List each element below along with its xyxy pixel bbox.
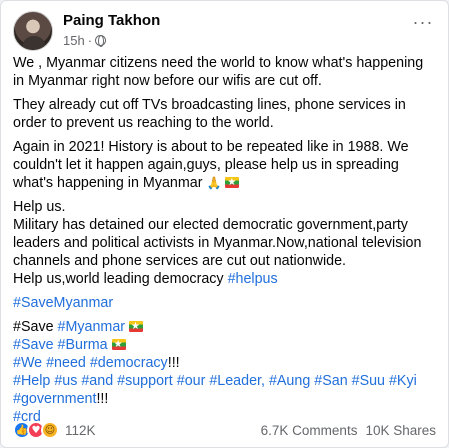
praying-hands-icon: 🙏 [206,176,222,190]
hashtag-myanmar[interactable]: #Myanmar [58,319,126,335]
paragraph-6: #Save #Myanmar #Save #Burma #We #need #d… [13,318,438,426]
post-time[interactable]: 15h [63,33,85,48]
paragraph-4-line-2: Military has detained our elected democr… [13,217,422,269]
paragraph-4: Help us. Military has detained our elect… [13,198,438,288]
globe-icon[interactable] [95,35,107,47]
paragraph-4-line-3: Help us,world leading democracy [13,271,228,287]
hashtag-government[interactable]: #government [13,391,96,407]
hashtag-help-line[interactable]: #Help #us #and #support #our #Leader, #A… [13,373,417,389]
post-footer: 👍 ♥ ☺ 112K 6.7K Comments 10K Shares [13,420,436,440]
paragraph-4-line-1: Help us. [13,199,66,215]
post-body: We , Myanmar citizens need the world to … [13,54,438,432]
shares-count[interactable]: 10K Shares [365,423,436,438]
hashtag-we-need-democracy[interactable]: #We #need #democracy [13,355,168,371]
post-meta: 15h · [63,33,107,48]
hashtag-save-burma[interactable]: #Save #Burma [13,337,108,353]
paragraph-5: #SaveMyanmar [13,294,438,312]
comments-count[interactable]: 6.7K Comments [261,423,358,438]
more-options-button[interactable]: ··· [408,13,438,37]
haha-icon: ☺ [41,421,59,439]
exclamation: !!! [167,355,180,371]
myanmar-flag-icon [111,336,126,354]
meta-separator: · [87,33,93,48]
hashtag-savemyanmar[interactable]: #SaveMyanmar [13,295,113,311]
paragraph-1: We , Myanmar citizens need the world to … [13,55,424,89]
paragraph-2: They already cut off TVs broadcasting li… [13,97,406,131]
engagement-stats: 6.7K Comments 10K Shares [261,423,436,438]
myanmar-flag-icon [225,174,240,192]
hashtag-helpus[interactable]: #helpus [228,271,278,287]
post-card: Paing Takhon 15h · ··· We , Myanmar citi… [0,0,449,448]
avatar[interactable] [13,11,53,51]
paragraph-3: Again in 2021! History is about to be re… [13,138,438,192]
reactions-summary[interactable]: 👍 ♥ ☺ 112K [13,421,96,439]
myanmar-flag-icon [129,318,144,336]
save-prefix: #Save [13,319,58,335]
author-name[interactable]: Paing Takhon [63,12,160,29]
exclamation: !!! [96,391,109,407]
reaction-count[interactable]: 112K [65,423,96,438]
post-header: Paing Takhon 15h · ··· [13,9,438,51]
